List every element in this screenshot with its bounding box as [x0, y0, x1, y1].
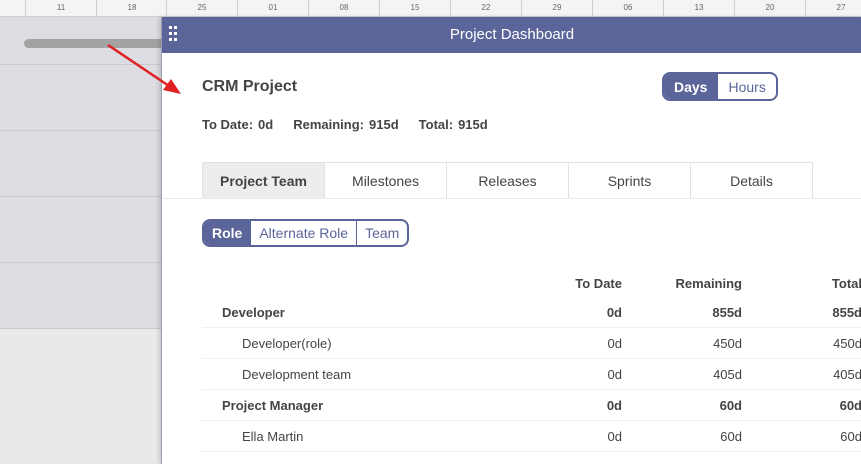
total-stat: Total: 915d: [419, 117, 488, 132]
grouping-toggle: Role Alternate Role Team: [202, 219, 410, 247]
dashboard-tabs: Project Team Milestones Releases Sprints…: [202, 162, 813, 199]
ruler-tick: 29: [521, 0, 592, 16]
ruler-tick: 06: [592, 0, 663, 16]
team-table: To Date Remaining Total Developer 0d 855…: [202, 269, 861, 452]
row-remaining: 60d: [622, 420, 742, 452]
row-total: 60d: [742, 420, 861, 452]
to-date-stat: To Date: 0d: [202, 117, 273, 132]
unit-toggle: Days Hours: [662, 72, 778, 101]
tab-sprints[interactable]: Sprints: [568, 163, 690, 198]
tab-details[interactable]: Details: [690, 163, 812, 198]
name-column-header: [202, 269, 542, 297]
row-name: Project Manager: [202, 389, 542, 421]
gantt-empty-area: [0, 329, 162, 464]
remaining-stat: Remaining: 915d: [293, 117, 398, 132]
table-row: Ella Martin 0d 60d 60d: [202, 420, 861, 452]
role-option[interactable]: Role: [204, 221, 251, 245]
row-name: Development team: [202, 358, 542, 390]
row-total: 60d: [742, 389, 861, 421]
row-name: Developer: [202, 297, 542, 328]
ruler-tick: 22: [450, 0, 521, 16]
alternate-role-option[interactable]: Alternate Role: [250, 221, 356, 245]
team-option[interactable]: Team: [356, 221, 407, 245]
ruler-tick: 20: [734, 0, 805, 16]
row-to-date: 0d: [542, 389, 622, 421]
row-name: Developer(role): [202, 327, 542, 359]
tab-releases[interactable]: Releases: [446, 163, 568, 198]
days-option[interactable]: Days: [664, 74, 718, 99]
tab-divider: [162, 198, 861, 199]
table-row: Developer 0d 855d 855d: [202, 297, 861, 328]
gantt-row[interactable]: [0, 263, 162, 329]
to-date-label: To Date:: [202, 117, 254, 132]
to-date-value: 0d: [258, 117, 274, 132]
ruler-tick: 13: [663, 0, 734, 16]
hours-option[interactable]: Hours: [717, 74, 775, 99]
gantt-row[interactable]: [0, 197, 162, 263]
remaining-value: 915d: [369, 117, 399, 132]
to-date-column-header: To Date: [575, 275, 622, 291]
ruler-tick: 15: [379, 0, 450, 16]
row-remaining: 450d: [622, 327, 742, 359]
ruler-tick: 01: [237, 0, 308, 16]
tab-milestones[interactable]: Milestones: [324, 163, 446, 198]
row-total: 855d: [742, 297, 861, 328]
annotation-arrow-icon: [107, 43, 181, 94]
dialog-titlebar[interactable]: Project Dashboard: [162, 17, 861, 53]
tab-project-team[interactable]: Project Team: [203, 163, 324, 198]
row-to-date: 0d: [542, 358, 622, 390]
row-remaining: 855d: [622, 297, 742, 328]
row-remaining: 405d: [622, 358, 742, 390]
gantt-row[interactable]: [0, 131, 162, 197]
row-remaining: 60d: [622, 389, 742, 421]
table-row: Development team 0d 405d 405d: [202, 358, 861, 390]
project-dashboard-dialog: Project Dashboard CRM Project Days Hours…: [161, 17, 861, 464]
total-value: 915d: [458, 117, 488, 132]
remaining-column-header: Remaining: [675, 275, 742, 291]
project-stats: To Date: 0d Remaining: 915d Total: 915d: [202, 117, 488, 132]
row-total: 450d: [742, 327, 861, 359]
table-row: Project Manager 0d 60d 60d: [202, 389, 861, 421]
remaining-label: Remaining:: [293, 117, 365, 132]
table-header-row: To Date Remaining Total: [202, 269, 861, 297]
row-to-date: 0d: [542, 327, 622, 359]
row-to-date: 0d: [542, 297, 622, 328]
row-name: Ella Martin: [202, 420, 542, 452]
ruler-tick: 08: [308, 0, 379, 16]
total-label: Total:: [418, 117, 454, 132]
row-total: 405d: [742, 358, 861, 390]
table-row: Developer(role) 0d 450d 450d: [202, 327, 861, 359]
project-name: CRM Project: [202, 78, 298, 95]
total-column-header: Total: [831, 275, 861, 291]
row-to-date: 0d: [542, 420, 622, 452]
dialog-title: Project Dashboard: [449, 26, 575, 43]
ruler-tick: 27: [805, 0, 861, 16]
